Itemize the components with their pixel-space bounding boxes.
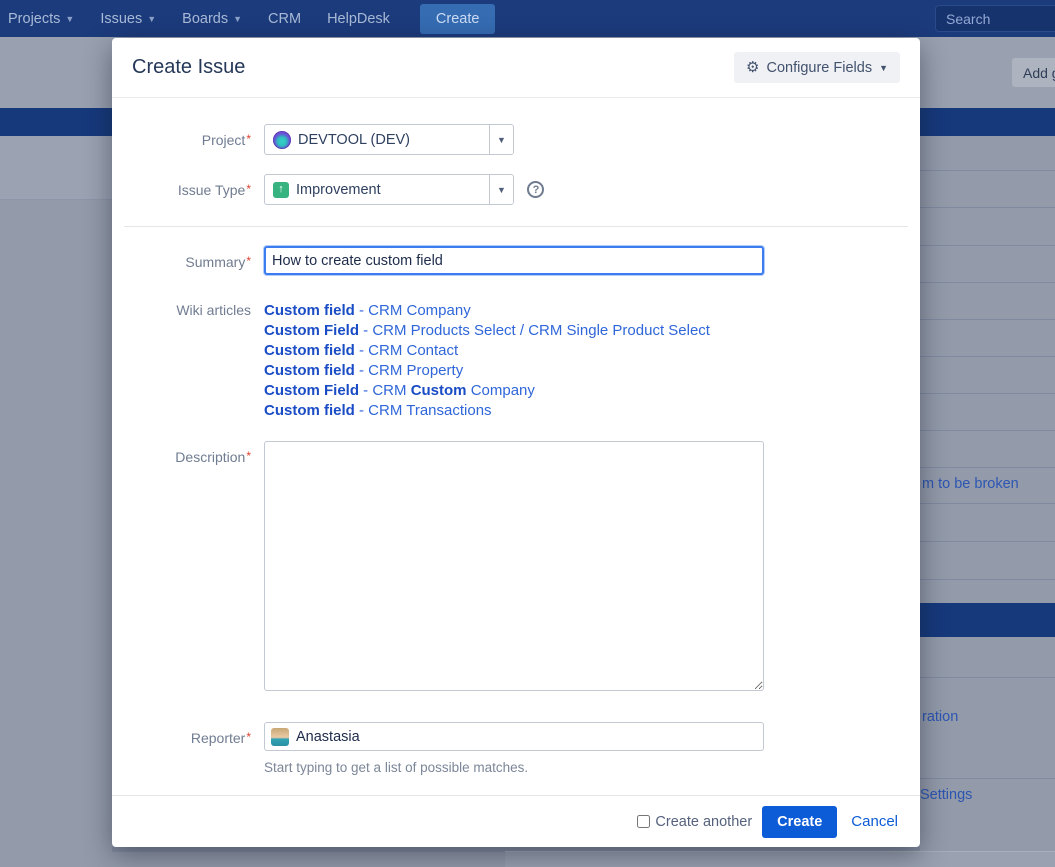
reporter-helper-text: Start typing to get a list of possible m…: [264, 760, 920, 775]
project-select[interactable]: DEVTOOL (DEV) ▼: [264, 124, 514, 155]
cancel-link[interactable]: Cancel: [851, 813, 898, 830]
dialog-footer: Create another Create Cancel: [112, 795, 920, 847]
dashboard-right-list: m to be broken ration Settings: [920, 136, 1055, 867]
issue-type-select[interactable]: ↑ Improvement ▼: [264, 174, 514, 205]
reporter-field-row: Reporter Anastasia Start typing to get a…: [112, 722, 920, 775]
nav-helpdesk-menu[interactable]: HelpDesk: [327, 11, 390, 27]
project-field-row: Project DEVTOOL (DEV) ▼: [112, 124, 920, 155]
background-link-broken-item[interactable]: m to be broken: [922, 476, 1019, 492]
chevron-down-icon: ▼: [497, 185, 506, 195]
chevron-down-icon: ▼: [147, 14, 156, 24]
project-select-dropdown-button[interactable]: ▼: [489, 125, 513, 154]
dialog-header: Create Issue ⚙ Configure Fields ▼: [112, 38, 920, 97]
configure-fields-button[interactable]: ⚙ Configure Fields ▼: [734, 52, 900, 83]
section-divider: [124, 226, 908, 227]
dashboard-blue-bar-2: [920, 603, 1055, 637]
reporter-input[interactable]: Anastasia: [264, 722, 764, 751]
dialog-body: Project DEVTOOL (DEV) ▼ Issue Type: [112, 98, 920, 795]
wiki-article-link[interactable]: Custom field - CRM Contact: [264, 341, 920, 361]
issue-type-select-dropdown-button[interactable]: ▼: [489, 175, 513, 204]
project-select-value: DEVTOOL (DEV): [298, 132, 410, 148]
create-another-checkbox[interactable]: [637, 815, 650, 828]
summary-label: Summary: [112, 246, 264, 275]
reporter-value: Anastasia: [296, 729, 360, 745]
summary-input[interactable]: [264, 246, 764, 275]
wiki-articles-row: Wiki articles Custom field - CRM Company…: [112, 301, 920, 421]
project-avatar-icon: [273, 131, 291, 149]
project-label: Project: [112, 124, 264, 155]
nav-create-button[interactable]: Create: [420, 4, 496, 34]
summary-field-row: Summary: [112, 246, 920, 275]
dashboard-bottom-gadget: [505, 851, 1055, 867]
description-field-row: Description: [112, 441, 920, 696]
top-navigation-bar: Projects ▼ Issues ▼ Boards ▼ CRM HelpDes…: [0, 0, 1055, 37]
issue-type-label: Issue Type: [112, 174, 264, 205]
background-link-settings[interactable]: Settings: [920, 787, 972, 803]
gear-icon: ⚙: [746, 60, 759, 75]
issue-type-field-row: Issue Type ↑ Improvement ▼ ?: [112, 174, 920, 205]
chevron-down-icon: ▼: [879, 63, 888, 73]
wiki-article-link[interactable]: Custom Field - CRM Products Select / CRM…: [264, 321, 920, 341]
wiki-articles-label: Wiki articles: [112, 301, 264, 421]
help-icon[interactable]: ?: [527, 181, 544, 198]
create-issue-dialog: Create Issue ⚙ Configure Fields ▼ Projec…: [112, 38, 920, 847]
chevron-down-icon: ▼: [233, 14, 242, 24]
nav-projects-menu[interactable]: Projects ▼: [8, 11, 74, 27]
nav-crm-menu[interactable]: CRM: [268, 11, 301, 27]
dialog-title: Create Issue: [132, 56, 245, 79]
nav-issues-menu[interactable]: Issues ▼: [100, 11, 156, 27]
improvement-type-icon: ↑: [273, 182, 289, 198]
wiki-article-link[interactable]: Custom field - CRM Company: [264, 301, 920, 321]
create-another-option[interactable]: Create another: [637, 814, 752, 830]
screen: Add g m to be broken ration Settings Pro…: [0, 0, 1055, 867]
wiki-article-link[interactable]: Custom field - CRM Transactions: [264, 401, 920, 421]
reporter-avatar: [271, 728, 289, 746]
description-label: Description: [112, 441, 264, 696]
search-input[interactable]: [935, 5, 1055, 32]
wiki-article-link[interactable]: Custom field - CRM Property: [264, 361, 920, 381]
issue-type-select-value: Improvement: [296, 182, 381, 198]
chevron-down-icon: ▼: [65, 14, 74, 24]
nav-boards-menu[interactable]: Boards ▼: [182, 11, 242, 27]
wiki-links: Custom field - CRM CompanyCustom Field -…: [264, 301, 920, 421]
background-link-configuration[interactable]: ration: [922, 709, 958, 725]
description-textarea[interactable]: [264, 441, 764, 691]
chevron-down-icon: ▼: [497, 135, 506, 145]
dashboard-left-gadget: [0, 136, 112, 200]
add-gadget-button[interactable]: Add g: [1012, 58, 1055, 87]
create-button[interactable]: Create: [762, 806, 837, 838]
reporter-label: Reporter: [112, 722, 264, 775]
wiki-article-link[interactable]: Custom Field - CRM Custom Company: [264, 381, 920, 401]
